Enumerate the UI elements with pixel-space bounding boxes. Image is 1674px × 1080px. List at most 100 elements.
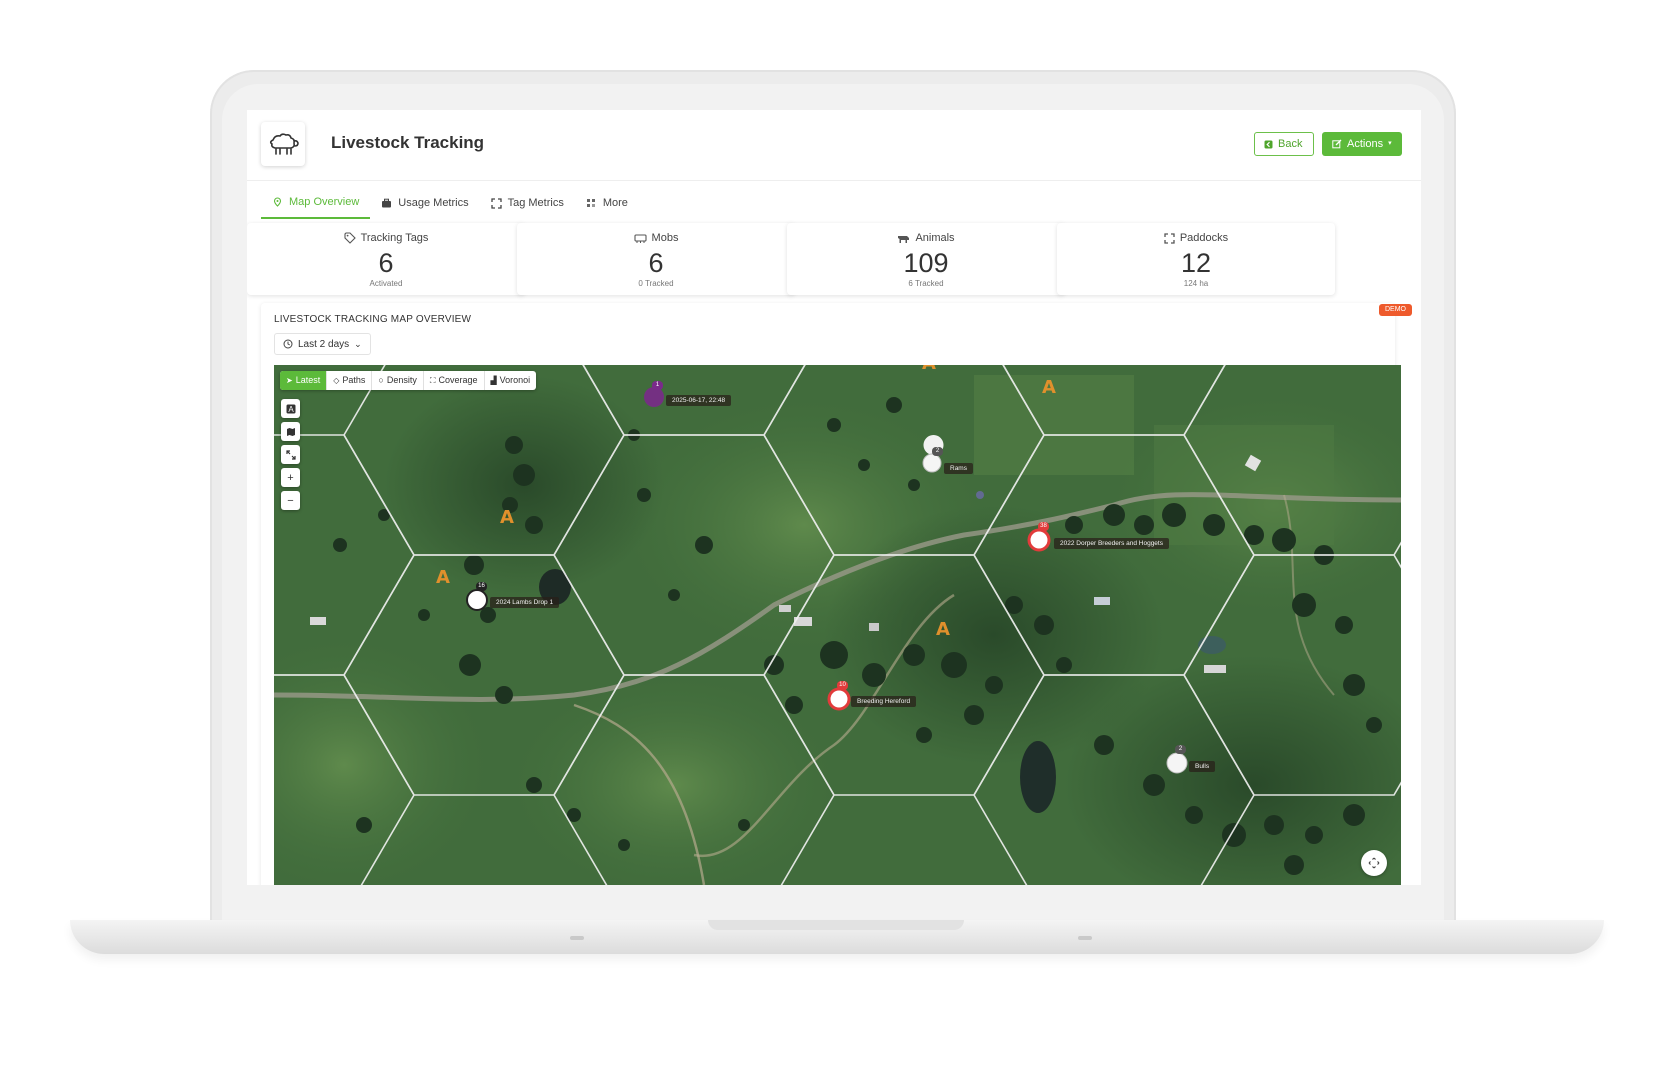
marker-count: 10 (837, 681, 848, 690)
diamond-icon: ◇ (333, 376, 340, 385)
stat-value: 109 (903, 248, 949, 278)
laptop-foot (570, 936, 584, 940)
chevron-down-icon: ⌄ (354, 338, 362, 349)
svg-text:A: A (288, 405, 294, 414)
navigation-icon: ➤ (286, 376, 293, 385)
fit-bounds-icon (1368, 857, 1380, 869)
gateway-tower-icon[interactable]: A (922, 365, 936, 374)
voronoi-icon: ▟ (490, 376, 497, 385)
marker-label[interactable]: 2025-06-17, 22:48 (666, 395, 732, 406)
fullscreen-button[interactable] (281, 445, 300, 464)
herd-icon (633, 233, 647, 243)
gateway-tower-icon[interactable]: A (936, 619, 950, 640)
map-mode-label: Latest (295, 375, 321, 385)
layers-button[interactable] (281, 422, 300, 441)
stat-label: Paddocks (1179, 232, 1229, 244)
gateway-tower-icon[interactable]: A (500, 507, 514, 528)
demo-badge: DEMO (1379, 304, 1412, 316)
zoom-in-button[interactable]: + (281, 468, 300, 487)
map-mode-voronoi[interactable]: ▟ Voronoi (485, 371, 537, 390)
stat-sub: Activated (369, 279, 403, 288)
marker-count: 2 (932, 447, 943, 456)
fence-icon (1164, 232, 1175, 244)
edit-icon (1332, 139, 1342, 149)
marker-label[interactable]: Rams (944, 463, 973, 474)
caret-down-icon: ▾ (1388, 140, 1392, 147)
back-icon (1264, 140, 1273, 148)
map-mode-paths[interactable]: ◇ Paths (327, 371, 373, 390)
map-mode-toolbar: ➤ Latest ◇ Paths ○ Density ⛶ Coverage ▟ … (280, 371, 537, 390)
stat-label: Animals (915, 232, 955, 244)
stat-sub: 6 Tracked (908, 279, 944, 288)
gateway-tower-icon[interactable]: A (436, 567, 450, 588)
map-mode-label: Voronoi (499, 375, 531, 385)
map-mode-label: Density (386, 375, 417, 385)
satellite-map[interactable]: 1 2025-06-17, 22:48 2 Rams 38 2022 Dorpe… (274, 365, 1401, 885)
tab-label: Usage Metrics (398, 197, 469, 209)
stat-animals: Animals 109 6 Tracked (787, 223, 1065, 295)
map-icon (286, 427, 295, 436)
map-mode-coverage[interactable]: ⛶ Coverage (424, 371, 485, 390)
marker-label[interactable]: Breeding Hereford (851, 696, 917, 707)
expand-icon: ⛶ (429, 376, 436, 385)
fit-bounds-button[interactable] (1361, 850, 1387, 876)
date-range-label: Last 2 days (298, 338, 350, 350)
clock-icon (283, 339, 293, 349)
tab-label: Map Overview (289, 196, 360, 208)
map-mode-label: Paths (342, 375, 366, 385)
tab-label: Tag Metrics (507, 197, 564, 209)
marker-label[interactable]: Bulls (1189, 761, 1216, 772)
marker-count: 2 (1175, 745, 1186, 754)
tower-toggle-button[interactable]: A (281, 399, 300, 418)
tab-tag-metrics[interactable]: Tag Metrics (480, 187, 575, 219)
laptop-notch (708, 920, 964, 930)
tab-usage-metrics[interactable]: Usage Metrics (370, 187, 479, 219)
marker-count: 38 (1038, 522, 1049, 531)
tag-icon (344, 232, 356, 244)
stat-value: 6 (648, 248, 664, 278)
back-button-label: Back (1278, 138, 1303, 150)
map-imagery (274, 365, 1401, 885)
marker-label[interactable]: 2024 Lambs Drop 1 (490, 597, 560, 608)
tab-map-overview[interactable]: Map Overview (261, 187, 371, 219)
tab-bar: Map Overview Usage Metrics Tag Metrics M… (261, 187, 639, 219)
actions-button[interactable]: Actions ▾ (1322, 132, 1402, 156)
page-title: Livestock Tracking (331, 133, 485, 152)
marker-count: 16 (476, 582, 487, 591)
app-screen: Livestock Tracking Back Actions ▾ Map Ov… (247, 110, 1421, 885)
stat-sub: 0 Tracked (638, 279, 674, 288)
stat-mobs: Mobs 6 0 Tracked (517, 223, 795, 295)
cow-icon (898, 235, 910, 243)
sheep-icon (269, 133, 299, 155)
circle-icon: ○ (378, 375, 384, 385)
tab-label: More (602, 197, 628, 209)
app-logo (261, 122, 305, 166)
map-section-title: LIVESTOCK TRACKING MAP OVERVIEW (274, 314, 472, 325)
actions-button-label: Actions (1347, 138, 1384, 150)
grid-icon (586, 198, 595, 207)
map-pin-icon (273, 196, 282, 207)
laptop-foot (1078, 936, 1092, 940)
fullscreen-icon (285, 449, 296, 460)
tower-icon: A (286, 404, 295, 414)
briefcase-icon (382, 198, 392, 207)
map-mode-density[interactable]: ○ Density (372, 371, 424, 390)
app-header: Livestock Tracking Back Actions ▾ (247, 110, 1421, 181)
expand-icon (490, 197, 502, 209)
marker-count: 1 (652, 381, 663, 390)
stat-tracking-tags: Tracking Tags 6 Activated (247, 223, 525, 295)
stat-label: Mobs (651, 232, 679, 244)
map-mode-latest[interactable]: ➤ Latest (280, 371, 328, 390)
tab-more[interactable]: More (575, 187, 639, 219)
marker-label[interactable]: 2022 Dorper Breeders and Hoggets (1054, 538, 1169, 549)
back-button[interactable]: Back (1254, 132, 1315, 156)
stat-paddocks: Paddocks 12 124 ha (1057, 223, 1335, 295)
stat-value: 12 (1180, 248, 1212, 278)
zoom-out-button[interactable]: − (281, 491, 300, 510)
gateway-tower-icon[interactable]: A (1042, 377, 1056, 398)
stat-sub: 124 ha (1183, 279, 1209, 288)
date-range-dropdown[interactable]: Last 2 days ⌄ (274, 333, 371, 355)
stat-value: 6 (378, 248, 394, 278)
stat-label: Tracking Tags (360, 232, 429, 244)
map-mode-label: Coverage (438, 375, 478, 385)
